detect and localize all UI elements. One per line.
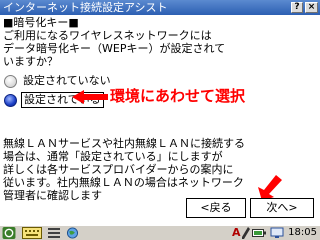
note-text: 無線ＬＡＮサービスや社内無線ＬＡＮに接続する 場合は、通常「設定されている」にし… xyxy=(3,137,245,202)
radio-label-not-set[interactable]: 設定されていない xyxy=(21,74,113,88)
start-icon[interactable] xyxy=(2,227,16,239)
pen-icon xyxy=(242,227,250,239)
globe-icon[interactable] xyxy=(66,227,79,239)
clock: 18:05 xyxy=(288,227,317,238)
next-button[interactable]: 次へ> xyxy=(250,198,314,218)
network-icon xyxy=(270,227,284,238)
annotation-label: 環境にあわせて選択 xyxy=(110,87,246,105)
radio-checked-icon[interactable] xyxy=(4,94,17,107)
help-button[interactable]: ? xyxy=(291,2,303,13)
keyboard-icon[interactable] xyxy=(22,227,42,239)
window-title: インターネット接続設定アシスト xyxy=(3,1,168,14)
taskbar: A 18:05 xyxy=(0,225,320,240)
section-heading: ■暗号化キー■ xyxy=(3,16,79,29)
title-bar: インターネット接続設定アシスト ? × xyxy=(0,0,320,15)
back-button[interactable]: <戻る xyxy=(186,198,246,218)
question-text: ご利用になるワイヤレスネットワークには データ暗号化キー（WEPキー）が設定され… xyxy=(3,29,226,68)
annotation-arrow-icon xyxy=(72,90,108,104)
input-mode-icon[interactable]: A xyxy=(232,227,241,239)
radio-unchecked-icon[interactable] xyxy=(4,75,17,88)
battery-icon xyxy=(252,229,266,237)
list-icon[interactable] xyxy=(48,227,60,239)
close-button[interactable]: × xyxy=(305,2,318,13)
wizard-content: ■暗号化キー■ ご利用になるワイヤレスネットワークには データ暗号化キー（WEP… xyxy=(0,15,320,225)
